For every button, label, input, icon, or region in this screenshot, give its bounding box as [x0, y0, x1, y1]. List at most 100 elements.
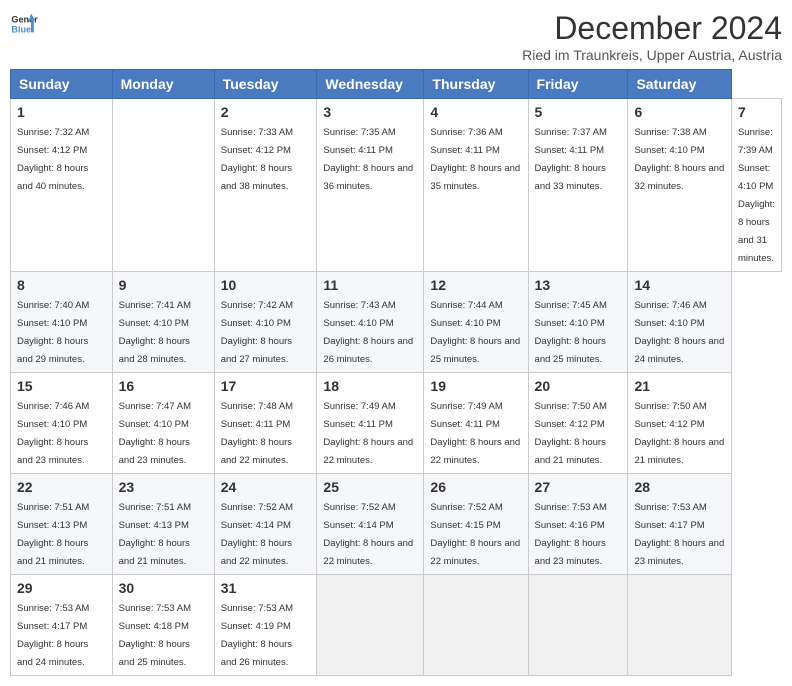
- day-info: Sunrise: 7:52 AMSunset: 4:15 PMDaylight:…: [430, 502, 520, 567]
- day-info: Sunrise: 7:44 AMSunset: 4:10 PMDaylight:…: [430, 300, 520, 365]
- day-info: Sunrise: 7:49 AMSunset: 4:11 PMDaylight:…: [430, 401, 520, 466]
- day-number: 6: [634, 104, 725, 120]
- day-number: 7: [738, 104, 775, 120]
- calendar-cell-w2-1: 9 Sunrise: 7:41 AMSunset: 4:10 PMDaylight…: [112, 272, 214, 373]
- weekday-header-monday: Monday: [112, 70, 214, 99]
- calendar-cell-w5-2: 31Sunrise: 7:53 AMSunset: 4:19 PMDayligh…: [214, 575, 317, 676]
- day-number: 8: [17, 277, 106, 293]
- day-number: 23: [119, 479, 208, 495]
- calendar-cell-w3-1: 16 Sunrise: 7:47 AMSunset: 4:10 PMDayligh…: [112, 373, 214, 474]
- calendar-cell-w3-4: 19 Sunrise: 7:49 AMSunset: 4:11 PMDayligh…: [424, 373, 528, 474]
- day-info: Sunrise: 7:40 AMSunset: 4:10 PMDaylight:…: [17, 300, 89, 365]
- day-number: 16: [119, 378, 208, 394]
- day-number: 18: [323, 378, 417, 394]
- calendar-cell-w5-0: 29Sunrise: 7:53 AMSunset: 4:17 PMDayligh…: [11, 575, 113, 676]
- calendar-week-5: 29Sunrise: 7:53 AMSunset: 4:17 PMDayligh…: [11, 575, 782, 676]
- day-info: Sunrise: 7:36 AMSunset: 4:11 PMDaylight:…: [430, 127, 520, 192]
- weekday-header-thursday: Thursday: [424, 70, 528, 99]
- day-info: Sunrise: 7:50 AMSunset: 4:12 PMDaylight:…: [535, 401, 607, 466]
- calendar-cell-w4-6: 28Sunrise: 7:53 AMSunset: 4:17 PMDayligh…: [628, 474, 732, 575]
- day-info: Sunrise: 7:37 AMSunset: 4:11 PMDaylight:…: [535, 127, 607, 192]
- calendar-cell-5: 5 Sunrise: 7:37 AMSunset: 4:11 PMDaylight…: [528, 99, 628, 272]
- day-info: Sunrise: 7:47 AMSunset: 4:10 PMDaylight:…: [119, 401, 191, 466]
- weekday-header-wednesday: Wednesday: [317, 70, 424, 99]
- day-info: Sunrise: 7:42 AMSunset: 4:10 PMDaylight:…: [221, 300, 293, 365]
- calendar-cell-w5-6: [628, 575, 732, 676]
- day-number: 25: [323, 479, 417, 495]
- page-header: General Blue December 2024 Ried im Traun…: [10, 10, 782, 63]
- day-info: Sunrise: 7:43 AMSunset: 4:10 PMDaylight:…: [323, 300, 413, 365]
- day-info: Sunrise: 7:53 AMSunset: 4:17 PMDaylight:…: [17, 603, 89, 668]
- day-number: 15: [17, 378, 106, 394]
- calendar-cell-w4-4: 26Sunrise: 7:52 AMSunset: 4:15 PMDayligh…: [424, 474, 528, 575]
- calendar-cell-w3-2: 17 Sunrise: 7:48 AMSunset: 4:11 PMDayligh…: [214, 373, 317, 474]
- logo: General Blue: [10, 10, 38, 38]
- day-info: Sunrise: 7:35 AMSunset: 4:11 PMDaylight:…: [323, 127, 413, 192]
- day-number: 4: [430, 104, 521, 120]
- title-area: December 2024 Ried im Traunkreis, Upper …: [522, 10, 782, 63]
- weekday-header-friday: Friday: [528, 70, 628, 99]
- day-number: 22: [17, 479, 106, 495]
- day-info: Sunrise: 7:48 AMSunset: 4:11 PMDaylight:…: [221, 401, 293, 466]
- day-number: 11: [323, 277, 417, 293]
- calendar-cell-w5-1: 30 Sunrise: 7:53 AMSunset: 4:18 PMDayligh…: [112, 575, 214, 676]
- calendar-cell-w3-6: 21 Sunrise: 7:50 AMSunset: 4:12 PMDayligh…: [628, 373, 732, 474]
- day-number: 10: [221, 277, 311, 293]
- weekday-header-row: SundayMondayTuesdayWednesdayThursdayFrid…: [11, 70, 782, 99]
- day-info: Sunrise: 7:49 AMSunset: 4:11 PMDaylight:…: [323, 401, 413, 466]
- logo-icon: General Blue: [10, 10, 38, 38]
- calendar-cell-w5-5: [528, 575, 628, 676]
- calendar-cell-w3-0: 15 Sunrise: 7:46 AMSunset: 4:10 PMDayligh…: [11, 373, 113, 474]
- day-info: Sunrise: 7:52 AMSunset: 4:14 PMDaylight:…: [221, 502, 293, 567]
- calendar-cell-w4-2: 24 Sunrise: 7:52 AMSunset: 4:14 PMDayligh…: [214, 474, 317, 575]
- calendar-cell-w2-6: 14 Sunrise: 7:46 AMSunset: 4:10 PMDayligh…: [628, 272, 732, 373]
- day-number: 2: [221, 104, 311, 120]
- day-number: 13: [535, 277, 622, 293]
- day-number: 17: [221, 378, 311, 394]
- day-info: Sunrise: 7:32 AMSunset: 4:12 PMDaylight:…: [17, 127, 89, 192]
- calendar-cell-1: 1 Sunrise: 7:32 AMSunset: 4:12 PMDaylight…: [11, 99, 113, 272]
- calendar-cell-w3-5: 20Sunrise: 7:50 AMSunset: 4:12 PMDayligh…: [528, 373, 628, 474]
- day-info: Sunrise: 7:46 AMSunset: 4:10 PMDaylight:…: [17, 401, 89, 466]
- day-number: 28: [634, 479, 725, 495]
- day-number: 9: [119, 277, 208, 293]
- day-number: 24: [221, 479, 311, 495]
- day-info: Sunrise: 7:53 AMSunset: 4:18 PMDaylight:…: [119, 603, 191, 668]
- day-info: Sunrise: 7:50 AMSunset: 4:12 PMDaylight:…: [634, 401, 724, 466]
- day-number: 12: [430, 277, 521, 293]
- day-number: 1: [17, 104, 106, 120]
- day-info: Sunrise: 7:46 AMSunset: 4:10 PMDaylight:…: [634, 300, 724, 365]
- day-info: Sunrise: 7:51 AMSunset: 4:13 PMDaylight:…: [119, 502, 191, 567]
- calendar-cell-w4-3: 25 Sunrise: 7:52 AMSunset: 4:14 PMDayligh…: [317, 474, 424, 575]
- location-subtitle: Ried im Traunkreis, Upper Austria, Austr…: [522, 47, 782, 63]
- day-info: Sunrise: 7:39 AMSunset: 4:10 PMDaylight:…: [738, 127, 775, 264]
- day-number: 21: [634, 378, 725, 394]
- calendar-cell-w2-4: 12 Sunrise: 7:44 AMSunset: 4:10 PMDayligh…: [424, 272, 528, 373]
- calendar-cell-w4-1: 23 Sunrise: 7:51 AMSunset: 4:13 PMDayligh…: [112, 474, 214, 575]
- calendar-week-1: 1 Sunrise: 7:32 AMSunset: 4:12 PMDaylight…: [11, 99, 782, 272]
- day-number: 19: [430, 378, 521, 394]
- calendar-cell-w4-0: 22Sunrise: 7:51 AMSunset: 4:13 PMDayligh…: [11, 474, 113, 575]
- day-info: Sunrise: 7:38 AMSunset: 4:10 PMDaylight:…: [634, 127, 724, 192]
- day-number: 14: [634, 277, 725, 293]
- day-number: 30: [119, 580, 208, 596]
- calendar-cell-1: [112, 99, 214, 272]
- calendar-table: SundayMondayTuesdayWednesdayThursdayFrid…: [10, 69, 782, 676]
- calendar-week-4: 22 Sunrise: 7:51 AMSunset: 4:13 PMDayligh…: [11, 474, 782, 575]
- day-number: 5: [535, 104, 622, 120]
- calendar-week-3: 15 Sunrise: 7:46 AMSunset: 4:10 PMDayligh…: [11, 373, 782, 474]
- calendar-cell-2: 2 Sunrise: 7:33 AMSunset: 4:12 PMDaylight…: [214, 99, 317, 272]
- calendar-cell-4: 4 Sunrise: 7:36 AMSunset: 4:11 PMDaylight…: [424, 99, 528, 272]
- calendar-week-2: 8 Sunrise: 7:40 AMSunset: 4:10 PMDaylight…: [11, 272, 782, 373]
- weekday-header-sunday: Sunday: [11, 70, 113, 99]
- day-info: Sunrise: 7:33 AMSunset: 4:12 PMDaylight:…: [221, 127, 293, 192]
- calendar-cell-w4-5: 27Sunrise: 7:53 AMSunset: 4:16 PMDayligh…: [528, 474, 628, 575]
- calendar-cell-6: 6 Sunrise: 7:38 AMSunset: 4:10 PMDaylight…: [628, 99, 732, 272]
- day-info: Sunrise: 7:52 AMSunset: 4:14 PMDaylight:…: [323, 502, 413, 567]
- calendar-cell-w3-3: 18 Sunrise: 7:49 AMSunset: 4:11 PMDayligh…: [317, 373, 424, 474]
- day-number: 3: [323, 104, 417, 120]
- calendar-cell-7: 7 Sunrise: 7:39 AMSunset: 4:10 PMDaylight…: [731, 99, 781, 272]
- day-info: Sunrise: 7:41 AMSunset: 4:10 PMDaylight:…: [119, 300, 191, 365]
- day-info: Sunrise: 7:53 AMSunset: 4:16 PMDaylight:…: [535, 502, 607, 567]
- weekday-header-tuesday: Tuesday: [214, 70, 317, 99]
